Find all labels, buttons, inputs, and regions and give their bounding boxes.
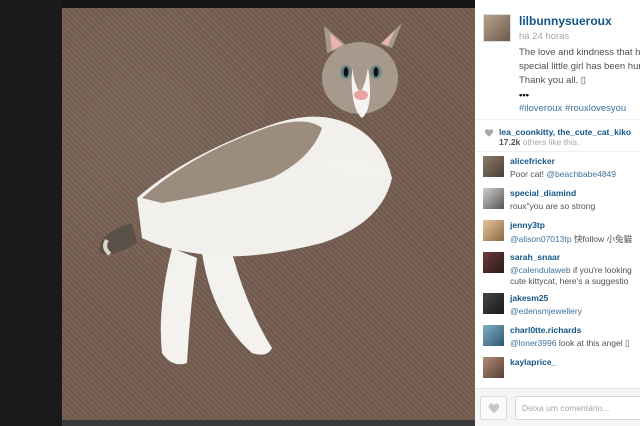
- comment-username[interactable]: jenny3tp: [510, 220, 640, 230]
- heart-icon: [488, 403, 499, 413]
- commenter-avatar[interactable]: [483, 156, 504, 177]
- commenter-avatar[interactable]: [483, 325, 504, 346]
- more-caption-button[interactable]: •••: [519, 90, 640, 101]
- comment-item: jakesm25 @edensmjewellery: [475, 289, 640, 321]
- post-caption: The love and kindness that ha special li…: [519, 46, 640, 88]
- likes-suffix: others like this.: [520, 137, 580, 147]
- comment-mention[interactable]: @loner3996: [510, 338, 556, 348]
- cat-image: [99, 23, 402, 365]
- comment-text: @loner3996 look at this angel ▯: [510, 338, 640, 349]
- commenter-avatar[interactable]: [483, 293, 504, 314]
- comment-body: look at this angel ▯: [556, 338, 630, 348]
- comment-body: Poor cat!: [510, 169, 547, 179]
- commenter-avatar[interactable]: [483, 252, 504, 273]
- comment-body: 快follow 小兔貓: [571, 234, 633, 244]
- comment-text: @edensmjewellery: [510, 306, 640, 316]
- caption-line: Thank you all. ▯: [519, 75, 587, 86]
- like-button[interactable]: [480, 396, 507, 420]
- comment-footer: [475, 388, 640, 426]
- likes-count[interactable]: 17.2k: [499, 137, 520, 147]
- commenter-avatar[interactable]: [483, 220, 504, 241]
- comment-username[interactable]: special_diamind: [510, 188, 640, 198]
- comment-username[interactable]: kaylaprice_: [510, 357, 640, 367]
- likers-list[interactable]: lea_coonkitty, the_cute_cat_kiko: [499, 127, 640, 137]
- likes-section: lea_coonkitty, the_cute_cat_kiko 17.2k o…: [475, 120, 640, 152]
- comment-mention[interactable]: @edensmjewellery: [510, 306, 582, 316]
- post-photo[interactable]: [62, 8, 475, 420]
- comment-mention[interactable]: @beachbabe4849: [546, 169, 616, 179]
- comments-list: alicefricker Poor cat! @beachbabe4849 sp…: [475, 152, 640, 385]
- post-hashtags[interactable]: #iloveroux #rouxlovesyou: [519, 103, 640, 114]
- author-username[interactable]: lilbunnysueroux: [519, 14, 640, 28]
- author-avatar[interactable]: [483, 14, 511, 42]
- comment-text: roux"you are so strong: [510, 201, 596, 211]
- comment-mention[interactable]: @alison07013tp: [510, 234, 572, 244]
- comment-username[interactable]: charl0tte.richards: [510, 325, 640, 335]
- comment-text: Poor cat! @beachbabe4849: [510, 169, 640, 179]
- comment-username[interactable]: jakesm25: [510, 293, 640, 303]
- comment-text: @alison07013tp 快follow 小兔貓: [510, 233, 640, 245]
- commenter-avatar[interactable]: [483, 357, 504, 378]
- post-timestamp[interactable]: há 24 horas: [519, 31, 640, 42]
- likes-count-row: 17.2k others like this.: [499, 137, 640, 147]
- comment-item: kaylaprice_: [475, 353, 640, 385]
- comment-text: @calendulaweb if you're looking: [510, 265, 640, 275]
- comment-item: charl0tte.richards @loner3996 look at th…: [475, 321, 640, 353]
- caption-line: The love and kindness that ha: [519, 47, 640, 58]
- comment-item: alicefricker Poor cat! @beachbabe4849: [475, 152, 640, 184]
- comment-item: sarah_snaar @calendulaweb if you're look…: [475, 248, 640, 289]
- comment-username[interactable]: sarah_snaar: [510, 252, 640, 262]
- comment-item: jenny3tp @alison07013tp 快follow 小兔貓: [475, 216, 640, 248]
- comment-mention[interactable]: @calendulaweb: [510, 265, 571, 275]
- heart-icon: [484, 129, 494, 137]
- post-header: lilbunnysueroux há 24 horas The love and…: [475, 0, 640, 120]
- post-side-panel: lilbunnysueroux há 24 horas The love and…: [475, 0, 640, 426]
- comment-item: special_diamind roux"you are so strong: [475, 184, 640, 216]
- comment-text-line2: cute kittycat, here's a suggestio: [510, 276, 629, 286]
- comment-body: if you're looking: [570, 265, 632, 275]
- comment-input[interactable]: [515, 396, 640, 420]
- commenter-avatar[interactable]: [483, 188, 504, 209]
- caption-line: special little girl has been hum: [519, 61, 640, 72]
- comment-username[interactable]: alicefricker: [510, 156, 640, 166]
